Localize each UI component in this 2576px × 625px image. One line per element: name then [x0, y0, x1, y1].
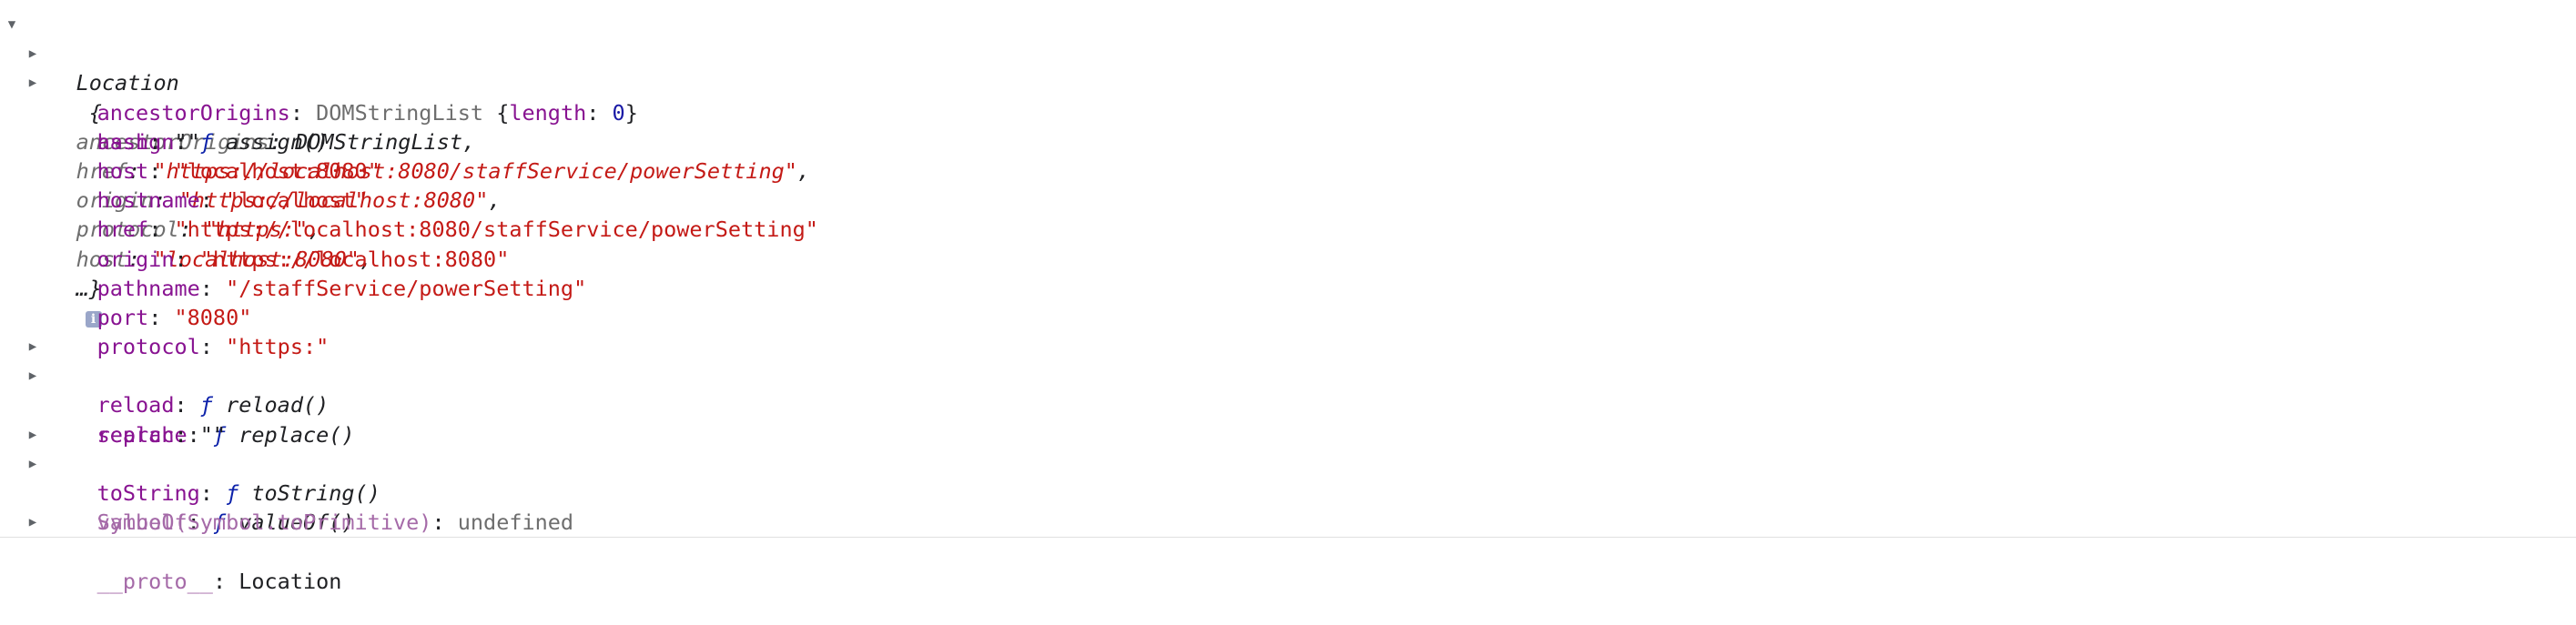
property-row-port: port: "8080" [96, 304, 252, 330]
property-row-replace[interactable]: ▶ replace: ƒ replace() [0, 361, 2576, 447]
collapsed-triangle-icon[interactable]: ▶ [25, 39, 40, 68]
collapsed-triangle-icon[interactable]: ▶ [25, 449, 40, 479]
property-row-ancestorOrigins[interactable]: ▶ ancestorOrigins: DOMStringList {length… [0, 39, 2576, 125]
property-row-href: href: "https://localhost:8080/staffServi… [96, 217, 818, 243]
property-row-hash: hash: "" [96, 128, 200, 155]
property-row-reload[interactable]: ▶ reload: ƒ reload() [0, 332, 2576, 418]
collapsed-triangle-icon[interactable]: ▶ [25, 420, 40, 449]
collapsed-triangle-icon[interactable]: ▶ [25, 361, 40, 390]
collapsed-triangle-icon[interactable]: ▶ [25, 68, 40, 97]
property-key: __proto__ [96, 568, 213, 594]
property-value: Location [238, 568, 342, 594]
property-row-search: search: "" [96, 421, 227, 448]
console-object-tree: ▼ Location { ancestorOrigins: DOMStringL… [0, 0, 2576, 594]
console-divider [0, 537, 2576, 538]
expanded-triangle-icon[interactable]: ▼ [5, 10, 19, 39]
property-row-origin: origin: "https://localhost:8080" [96, 246, 510, 272]
property-row-pathname: pathname: "/staffService/powerSetting" [96, 275, 587, 301]
property-row-protocol: protocol: "https:" [96, 334, 330, 360]
property-row-assign[interactable]: ▶ assign: ƒ assign() [0, 68, 2576, 154]
property-row-host: host: "localhost:8080" [96, 157, 380, 184]
property-row-proto[interactable]: ▶ __proto__: Location [0, 508, 2576, 593]
collapsed-triangle-icon[interactable]: ▶ [25, 332, 40, 361]
collapsed-triangle-icon[interactable]: ▶ [25, 508, 40, 537]
property-row-hostname: hostname: "localhost" [96, 187, 368, 214]
object-preview-header[interactable]: ▼ Location { ancestorOrigins: DOMStringL… [0, 10, 2576, 328]
property-row-valueOf[interactable]: ▶ valueOf: ƒ valueOf() [0, 449, 2576, 535]
property-row-toString[interactable]: ▶ toString: ƒ toString() [0, 420, 2576, 506]
property-row-symbol-toPrimitive: Symbol(Symbol.toPrimitive): undefined [96, 509, 574, 536]
